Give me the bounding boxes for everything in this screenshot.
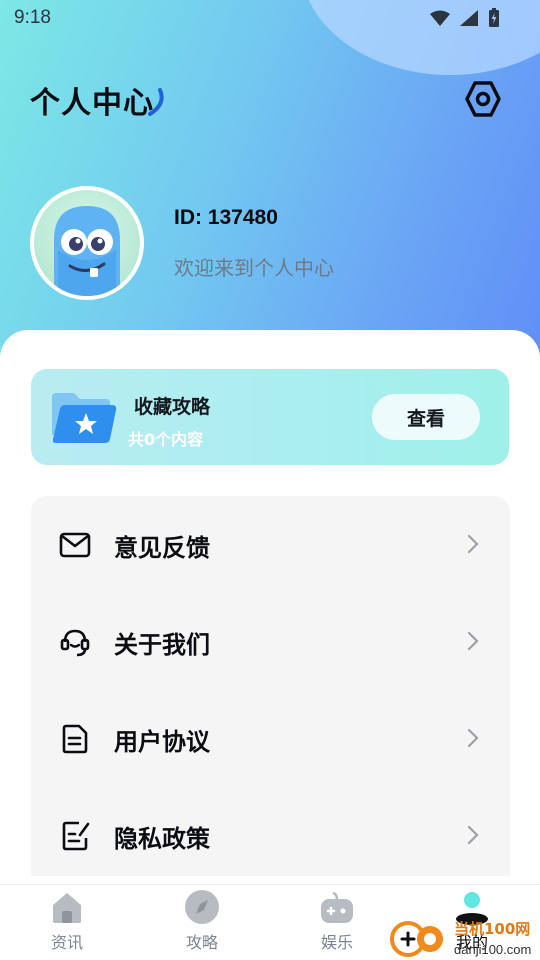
edit-document-icon [59, 820, 91, 852]
chevron-right-icon [467, 825, 479, 849]
user-id: ID: 137480 [174, 206, 278, 229]
menu-item-label: 用户协议 [114, 728, 210, 756]
view-favorites-button[interactable]: 查看 [372, 394, 480, 440]
favorites-count: 共0个内容 [128, 430, 204, 449]
tab-guides[interactable]: 攻略 [162, 885, 242, 960]
tab-label: 攻略 [185, 933, 218, 952]
headset-icon [59, 626, 91, 658]
chevron-right-icon [467, 534, 479, 558]
avatar[interactable] [30, 186, 144, 300]
chevron-right-icon [467, 728, 479, 752]
menu-item-label: 关于我们 [114, 631, 210, 659]
signal-icon [460, 10, 478, 30]
mail-icon [59, 529, 91, 561]
tab-entertainment[interactable]: 娱乐 [297, 885, 377, 960]
chevron-right-icon [467, 631, 479, 655]
menu-item-feedback[interactable]: 意见反馈 [31, 496, 510, 593]
status-bar: 9:18 [0, 0, 540, 36]
battery-icon [488, 8, 500, 32]
user-greeting: 欢迎来到个人中心 [174, 256, 334, 280]
title-swoosh-icon [146, 88, 166, 122]
settings-icon [464, 80, 502, 122]
folder-star-icon [50, 391, 118, 449]
menu-item-label: 隐私政策 [114, 825, 210, 853]
tab-label: 娱乐 [320, 933, 353, 952]
menu-item-user-agreement[interactable]: 用户协议 [31, 690, 510, 787]
home-icon [49, 889, 85, 925]
menu-item-label: 意见反馈 [114, 534, 210, 562]
watermark-logo: 当机100网 danji100.com [388, 914, 540, 960]
svg-text:当机100网: 当机100网 [454, 920, 530, 938]
document-icon [59, 723, 91, 755]
svg-text:danji100.com: danji100.com [454, 942, 531, 957]
status-time: 9:18 [14, 7, 51, 28]
page-title: 个人中心 [30, 86, 154, 121]
menu-item-about[interactable]: 关于我们 [31, 593, 510, 690]
compass-icon [184, 889, 220, 925]
settings-button[interactable] [462, 80, 504, 122]
tab-news[interactable]: 资讯 [27, 885, 107, 960]
menu-item-privacy-policy[interactable]: 隐私政策 [31, 787, 510, 884]
wifi-icon [430, 10, 450, 30]
favorites-title: 收藏攻略 [134, 396, 211, 418]
avatar-illustration [54, 206, 120, 296]
gamepad-icon [319, 889, 355, 925]
tab-label: 资讯 [50, 933, 83, 952]
